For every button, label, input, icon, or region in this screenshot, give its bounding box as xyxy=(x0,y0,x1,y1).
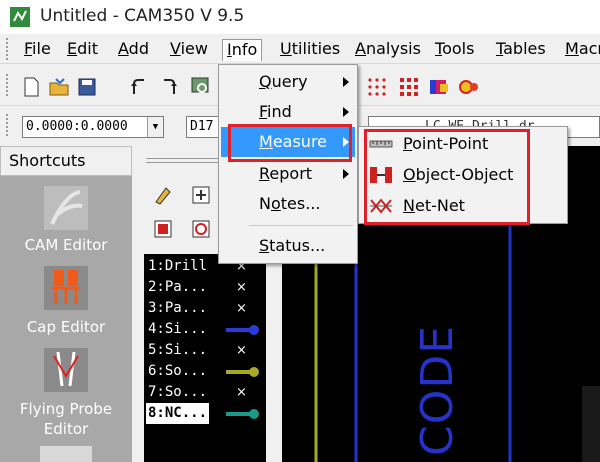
toolbar2-grip xyxy=(6,114,10,136)
menu-macro[interactable]: Macr xyxy=(561,39,600,61)
menu-utilities[interactable]: Utilities xyxy=(276,39,344,61)
menu-find[interactable]: Find xyxy=(221,97,355,127)
layer-row[interactable]: 6:So... xyxy=(144,361,266,382)
coordinate-select[interactable]: 0.0000:0.0000 ▼ xyxy=(22,116,164,138)
active-layer-field[interactable]: D17 xyxy=(186,116,222,138)
cam-editor-icon[interactable] xyxy=(42,184,90,232)
menu-tables[interactable]: Tables xyxy=(492,39,550,61)
layer-color-swatch[interactable] xyxy=(226,367,260,377)
color-layers-icon[interactable] xyxy=(428,76,450,98)
title-bar: Untitled - CAM350 V 9.5 xyxy=(0,0,600,34)
snap-grid-icon[interactable] xyxy=(398,76,420,98)
redo-icon[interactable] xyxy=(158,76,180,98)
layer-row[interactable]: 2:Pa... × xyxy=(144,277,266,298)
add-layer-icon[interactable] xyxy=(190,184,212,206)
layer-list: 1:Drill × 2:Pa... × 3:Pa... × 4:Si... 5:… xyxy=(144,254,266,462)
menu-analysis[interactable]: Analysis xyxy=(351,39,425,61)
flying-probe-label[interactable]: Flying Probe xyxy=(0,400,132,419)
menu-tools[interactable]: Tools xyxy=(431,39,478,61)
zoom-window-icon[interactable] xyxy=(190,76,212,98)
menu-report[interactable]: Report xyxy=(221,159,355,189)
canvas-code-text: CODE xyxy=(412,324,463,456)
menu-bar: File Edit Add View Info Utilities Analys… xyxy=(0,34,600,64)
toolbar-grip xyxy=(6,74,10,96)
menu-info[interactable]: Info xyxy=(222,39,263,61)
flying-probe-icon[interactable] xyxy=(42,346,90,394)
window-title: Untitled - CAM350 V 9.5 xyxy=(40,6,245,26)
shortcuts-panel: Shortcuts CAM Editor Cap Editor Flying P… xyxy=(0,146,132,462)
info-menu-dropdown: Query Find Measure Report Notes... Statu… xyxy=(218,64,358,264)
highlight-icon[interactable] xyxy=(458,76,480,98)
menu-view[interactable]: View xyxy=(166,39,212,61)
cap-editor-icon[interactable] xyxy=(42,264,90,312)
new-file-icon[interactable] xyxy=(20,76,42,98)
layer-row[interactable]: 7:So... × xyxy=(144,382,266,403)
save-icon[interactable] xyxy=(76,76,98,98)
layer-copy-icon[interactable] xyxy=(152,218,174,240)
layer-hidden-mark[interactable]: × xyxy=(236,277,247,298)
annotation-measure-highlight xyxy=(228,124,352,162)
menu-add[interactable]: Add xyxy=(114,39,153,61)
app-icon xyxy=(10,7,30,27)
cap-editor-label[interactable]: Cap Editor xyxy=(0,318,132,337)
layer-row[interactable]: 4:Si... xyxy=(144,319,266,340)
layer-row[interactable]: 5:Si... × xyxy=(144,340,266,361)
submenu-arrow-icon xyxy=(343,107,349,117)
layer-row[interactable]: 8:NC... xyxy=(144,403,266,424)
menu-separator xyxy=(249,225,353,226)
flying-probe-label-line2[interactable]: Editor xyxy=(0,420,132,439)
layer-delete-icon[interactable] xyxy=(190,218,212,240)
chevron-down-icon[interactable]: ▼ xyxy=(147,117,163,137)
menu-grip xyxy=(6,38,10,60)
layer-hidden-mark[interactable]: × xyxy=(236,382,247,403)
menu-file[interactable]: File xyxy=(20,39,55,61)
layer-hidden-mark[interactable]: × xyxy=(236,340,247,361)
next-shortcut-icon[interactable] xyxy=(40,446,92,462)
layer-color-swatch[interactable] xyxy=(226,325,260,335)
menu-query[interactable]: Query xyxy=(221,67,355,97)
layer-hidden-mark[interactable]: × xyxy=(236,298,247,319)
edit-layer-icon[interactable] xyxy=(152,184,174,206)
layer-color-swatch[interactable] xyxy=(226,409,260,419)
menu-edit[interactable]: Edit xyxy=(63,39,102,61)
menu-notes[interactable]: Notes... xyxy=(221,189,355,219)
open-folder-icon[interactable] xyxy=(48,76,70,98)
layer-row[interactable]: 3:Pa... × xyxy=(144,298,266,319)
shortcuts-header: Shortcuts xyxy=(0,146,132,176)
submenu-arrow-icon xyxy=(343,169,349,179)
undo-icon[interactable] xyxy=(128,76,150,98)
menu-status[interactable]: Status... xyxy=(221,231,355,261)
submenu-arrow-icon xyxy=(343,77,349,87)
cam-editor-label[interactable]: CAM Editor xyxy=(0,236,132,255)
annotation-submenu-highlight xyxy=(364,129,530,225)
grid-dots-icon[interactable] xyxy=(366,76,388,98)
